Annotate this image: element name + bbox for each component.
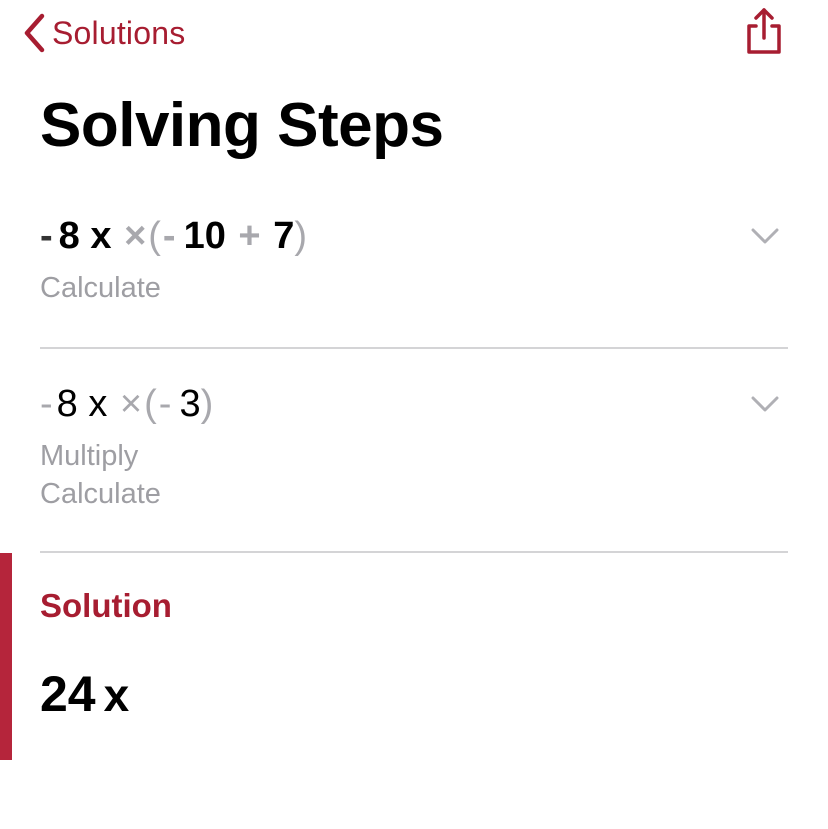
expression-token: - [40, 215, 53, 257]
step-expression: -8 x ×(- 3) [40, 380, 788, 428]
expression-token: ) [294, 215, 307, 257]
chevron-left-icon [22, 13, 46, 53]
chevron-down-icon[interactable] [750, 394, 780, 414]
step-expression: -8 x ×(- 10 + 7) [40, 212, 788, 260]
expression-token: × [124, 215, 147, 257]
expression-token: × [119, 383, 143, 425]
expression-token: - [158, 383, 172, 425]
expression-token: 8 [58, 215, 80, 257]
solution-accent-bar [0, 553, 12, 760]
step-description-line: Calculate [40, 478, 161, 510]
step-description: Calculate [40, 272, 161, 304]
back-button-label: Solutions [52, 14, 186, 51]
expression-token: 8 [56, 383, 78, 425]
expression-token: ) [200, 383, 214, 425]
expression-token: 3 [179, 383, 201, 425]
solution-number: 24 [40, 666, 96, 722]
navigation-bar: Solutions [0, 0, 828, 70]
solution-value: 24 x [40, 664, 129, 725]
share-button[interactable] [744, 6, 784, 56]
back-button[interactable]: Solutions [22, 12, 185, 54]
expression-token: + [238, 215, 261, 257]
expression-token: 7 [273, 215, 295, 257]
solution-label: Solution [40, 587, 172, 624]
step-description-line: Multiply [40, 440, 139, 472]
expression-token: ( [148, 215, 161, 257]
share-icon [744, 8, 784, 60]
solving-step[interactable]: -8 x ×(- 10 + 7) Calculate [40, 212, 788, 349]
step-description: Multiply Calculate [40, 437, 788, 513]
solution-variable: x [103, 669, 130, 721]
expression-token: ( [144, 383, 157, 425]
page-title: Solving Steps [40, 91, 444, 160]
expression-token: x [90, 215, 112, 257]
expression-token: 10 [183, 215, 226, 257]
expression-token: - [40, 383, 53, 425]
chevron-down-icon[interactable] [750, 226, 780, 246]
expression-token: x [88, 383, 108, 425]
expression-token: - [162, 215, 176, 257]
solving-step[interactable]: -8 x ×(- 3) Multiply Calculate [40, 380, 788, 553]
